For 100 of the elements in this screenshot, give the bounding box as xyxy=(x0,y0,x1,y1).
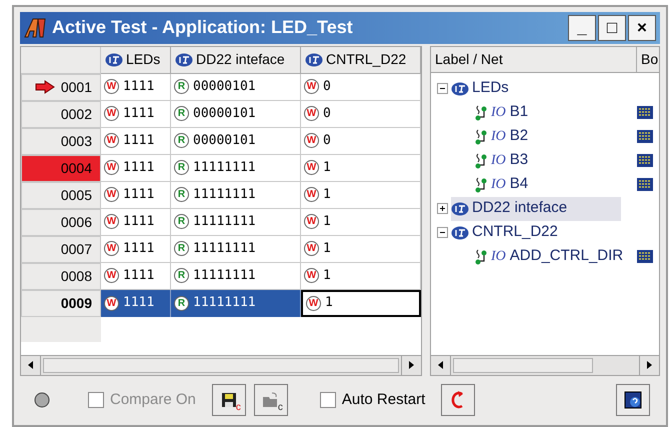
tree-item[interactable]: IO B4 xyxy=(475,173,637,196)
mode-badge: R xyxy=(174,106,189,122)
table-cell[interactable]: R 00000101 xyxy=(171,74,301,101)
table-cell[interactable]: W 1 xyxy=(301,262,421,290)
table-cell[interactable]: W 1111 xyxy=(101,182,171,209)
table-cell[interactable]: R 11111111 xyxy=(171,182,301,209)
signal-icon xyxy=(475,176,489,193)
table-cell[interactable]: R 00000101 xyxy=(171,100,301,128)
io-group-icon xyxy=(451,202,469,216)
checkbox-label[interactable]: Auto Restart xyxy=(342,389,426,412)
mode-badge: W xyxy=(304,106,319,122)
maximize-button[interactable]: □ xyxy=(598,14,626,41)
mode-badge: W xyxy=(304,241,319,256)
table-cell[interactable]: W 1 xyxy=(301,290,421,317)
tree-item[interactable]: IO B1 xyxy=(475,101,637,124)
table-cell[interactable]: W 1111 xyxy=(101,74,171,101)
mode-badge: W xyxy=(304,214,319,230)
chip-icon xyxy=(637,130,653,144)
table-cell[interactable]: W 1111 xyxy=(101,236,171,263)
help-button[interactable] xyxy=(616,384,650,416)
right-arrow-icon xyxy=(647,361,652,370)
right-arrow-icon xyxy=(409,361,414,370)
step-header[interactable]: 0008 xyxy=(21,262,101,290)
folder-icon xyxy=(262,392,280,408)
expander-toggle[interactable] xyxy=(437,83,448,94)
table-cell[interactable]: W 1111 xyxy=(101,290,171,317)
column-header[interactable]: LEDs xyxy=(101,46,171,74)
signal-icon xyxy=(475,104,489,121)
step-header[interactable]: 0005 xyxy=(21,182,101,209)
tree-item[interactable]: IO ADD_CTRL_DIR xyxy=(475,245,637,268)
tree-item[interactable]: DD22 inteface xyxy=(451,196,621,221)
mode-badge: W xyxy=(304,160,319,176)
window-title: Active Test - Application: LED_Test xyxy=(52,16,354,40)
scroll-thumb[interactable] xyxy=(43,358,399,373)
signal-icon xyxy=(475,152,489,169)
mode-badge: W xyxy=(304,187,319,202)
step-header[interactable]: 0006 xyxy=(21,208,101,236)
chip-icon xyxy=(637,154,653,168)
help-icon xyxy=(624,391,642,410)
table-cell[interactable]: W 0 xyxy=(301,128,421,155)
signal-icon xyxy=(475,128,489,145)
chip-icon xyxy=(637,178,653,192)
close-button[interactable]: × xyxy=(628,14,656,41)
io-group-icon xyxy=(305,52,323,67)
mode-badge: W xyxy=(104,214,119,230)
column-header[interactable]: CNTRL_D22 xyxy=(301,46,421,74)
mode-badge: W xyxy=(104,160,119,176)
mode-badge: W xyxy=(104,133,119,148)
table-cell[interactable]: W 1 xyxy=(301,236,421,263)
tree-item[interactable]: IO B2 xyxy=(475,125,637,148)
column-header[interactable]: Label / Net xyxy=(431,46,637,72)
table-cell[interactable]: W 1111 xyxy=(101,100,171,128)
step-header[interactable]: 0002 xyxy=(21,100,101,128)
table-cell[interactable]: W 1111 xyxy=(101,262,171,290)
mode-badge: R xyxy=(174,268,189,284)
table-cell[interactable]: R 11111111 xyxy=(171,262,301,290)
mode-badge: W xyxy=(104,241,119,256)
step-header[interactable]: 0003 xyxy=(21,128,101,155)
step-header[interactable]: 0009 xyxy=(21,290,101,317)
table-cell[interactable]: R 11111111 xyxy=(171,208,301,236)
tree-item[interactable]: LEDs xyxy=(451,76,513,101)
io-group-icon xyxy=(175,52,193,67)
step-header[interactable]: 0004 xyxy=(21,154,101,182)
mode-badge: W xyxy=(304,133,319,148)
restart-button[interactable] xyxy=(441,384,476,416)
step-header[interactable]: 0007 xyxy=(21,236,101,263)
table-cell[interactable]: W 0 xyxy=(301,74,421,101)
scroll-thumb[interactable] xyxy=(453,358,593,373)
table-cell[interactable]: W 1 xyxy=(301,208,421,236)
tree-item[interactable]: IO B3 xyxy=(475,149,637,172)
refresh-icon xyxy=(451,390,466,410)
tree-item[interactable]: CNTRL_D22 xyxy=(451,220,562,245)
table-cell[interactable]: W 1111 xyxy=(101,154,171,182)
plus-icon xyxy=(438,204,447,214)
mode-badge: R xyxy=(174,296,189,311)
save-button[interactable]: c xyxy=(212,384,246,416)
table-cell[interactable]: R 00000101 xyxy=(171,128,301,155)
expander-toggle[interactable] xyxy=(437,203,448,214)
table-cell[interactable]: W 1 xyxy=(301,154,421,182)
mode-badge: R xyxy=(174,133,189,148)
mode-badge: W xyxy=(104,106,119,122)
mode-badge: R xyxy=(174,187,189,202)
left-arrow-icon xyxy=(438,361,443,370)
step-header[interactable]: 0001 xyxy=(21,74,101,101)
status-led-icon xyxy=(34,392,50,408)
column-header[interactable]: DD22 inteface xyxy=(171,46,301,74)
minimize-button[interactable]: _ xyxy=(568,14,596,41)
table-cell[interactable]: W 0 xyxy=(301,100,421,128)
chip-icon xyxy=(637,250,653,264)
table-cell[interactable]: W 1 xyxy=(301,182,421,209)
table-cell[interactable]: R 11111111 xyxy=(171,236,301,263)
table-cell[interactable]: W 1111 xyxy=(101,208,171,236)
checkbox[interactable] xyxy=(320,392,336,408)
expander-toggle[interactable] xyxy=(437,227,448,238)
mode-badge: W xyxy=(104,187,119,202)
column-header[interactable]: Bo xyxy=(637,46,659,72)
table-cell[interactable]: W 1111 xyxy=(101,128,171,155)
mode-badge: W xyxy=(104,79,119,94)
table-cell[interactable]: R 11111111 xyxy=(171,154,301,182)
table-cell[interactable]: R 11111111 xyxy=(171,290,301,317)
